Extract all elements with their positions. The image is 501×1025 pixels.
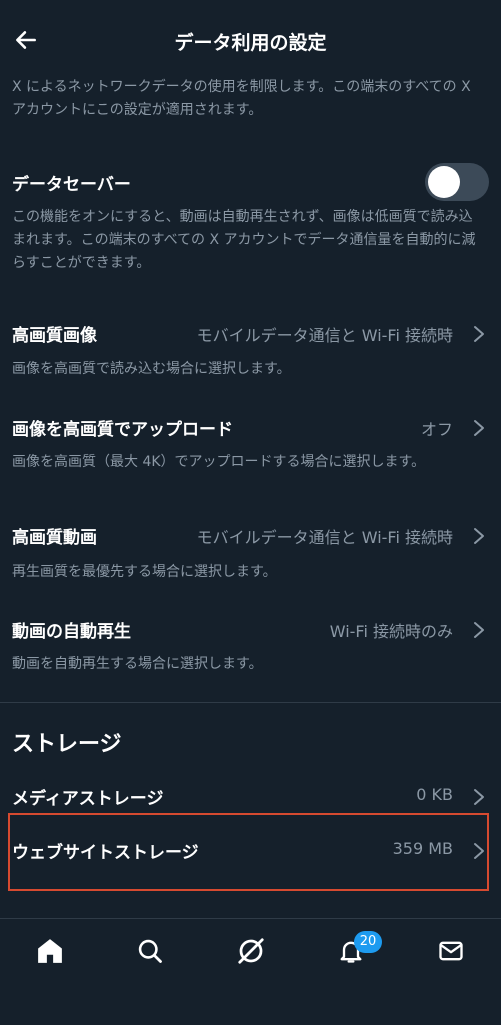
communities-icon xyxy=(238,938,264,964)
chevron-right-icon xyxy=(474,789,484,805)
chevron-right-icon xyxy=(474,622,484,638)
storage-value: 359 MB xyxy=(392,839,453,858)
setting-description: 画像を高画質（最大 4K）でアップロードする場合に選択します。 xyxy=(12,454,426,470)
messages-icon xyxy=(439,941,463,961)
setting-description: 動画を自動再生する場合に選択します。 xyxy=(12,656,263,672)
chevron-right-icon xyxy=(474,843,484,859)
setting-label: 画像を高画質でアップロード xyxy=(12,420,233,440)
chevron-right-icon xyxy=(474,326,484,342)
notification-badge: 20 xyxy=(354,931,382,953)
tab-messages[interactable] xyxy=(421,929,481,973)
search-icon xyxy=(138,939,162,963)
page-title: データ利用の設定 xyxy=(174,32,327,54)
top-bar: データ利用の設定 xyxy=(0,0,501,80)
data-saver-toggle[interactable] xyxy=(425,163,489,201)
toggle-knob xyxy=(428,166,460,198)
chevron-right-icon xyxy=(474,528,484,544)
setting-value: Wi-Fi 接続時のみ xyxy=(329,622,453,641)
setting-label: 高画質画像 xyxy=(12,326,97,346)
tab-home[interactable] xyxy=(20,929,80,973)
section-divider xyxy=(0,702,501,703)
tab-communities[interactable] xyxy=(221,929,281,973)
bottom-tab-bar: 20 xyxy=(0,918,501,1025)
setting-label: 動画の自動再生 xyxy=(12,622,131,642)
data-saver-label: データセーバー xyxy=(12,175,131,195)
intro-description: X によるネットワークデータの使用を制限します。この端末のすべての X アカウン… xyxy=(12,79,471,118)
setting-value: モバイルデータ通信と Wi-Fi 接続時 xyxy=(196,326,453,345)
setting-description: 画像を高画質で読み込む場合に選択します。 xyxy=(12,361,291,377)
storage-label: ウェブサイトストレージ xyxy=(12,843,199,863)
setting-description: 再生画質を最優先する場合に選択します。 xyxy=(12,564,277,580)
setting-value: オフ xyxy=(420,420,453,439)
tab-search[interactable] xyxy=(120,929,180,973)
home-icon xyxy=(38,939,62,963)
storage-value: 0 KB xyxy=(416,785,453,804)
storage-label: メディアストレージ xyxy=(12,789,164,809)
storage-section-title: ストレージ xyxy=(12,732,122,757)
data-saver-description: この機能をオンにすると、動画は自動再生されず、画像は低画質で読み込まれます。この… xyxy=(12,209,476,271)
setting-label: 高画質動画 xyxy=(12,528,97,548)
setting-value: モバイルデータ通信と Wi-Fi 接続時 xyxy=(196,528,453,547)
chevron-right-icon xyxy=(474,420,484,436)
